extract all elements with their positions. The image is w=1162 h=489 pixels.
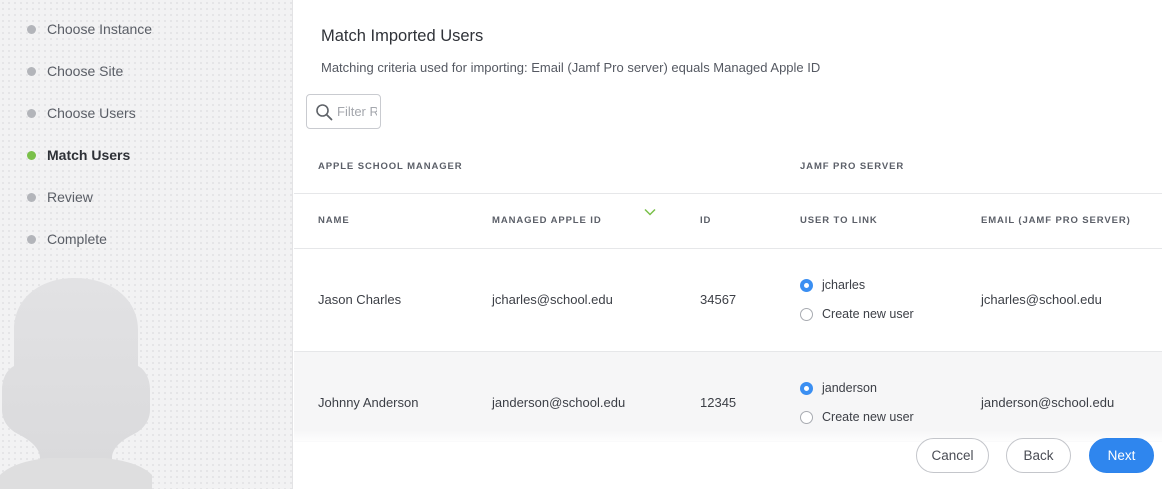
link-option-label: Create new user [822, 307, 914, 321]
step-status-dot [27, 234, 36, 244]
step-choose-site[interactable]: Choose Site [0, 50, 292, 92]
step-review[interactable]: Review [0, 176, 292, 218]
matching-criteria-text: Matching criteria used for importing: Em… [321, 60, 821, 75]
page-title: Match Imported Users [321, 27, 484, 45]
sort-descending-icon[interactable] [644, 208, 656, 216]
link-option-create-new-user[interactable]: Create new user [800, 410, 914, 424]
radio-selected[interactable] [800, 278, 813, 292]
cell-name: Johnny Anderson [318, 395, 419, 410]
cell-managed-apple-id: jcharles@school.edu [492, 292, 613, 307]
radio-unselected[interactable] [800, 410, 813, 424]
main-panel: Match Imported Users Matching criteria u… [294, 0, 1162, 489]
table-row: Johnny Anderson janderson@school.edu 123… [294, 352, 1162, 442]
search-icon [316, 103, 333, 120]
column-email[interactable]: EMAIL (JAMF PRO SERVER) [981, 215, 1131, 226]
user-silhouette-icon [0, 278, 152, 489]
step-label: Choose Users [47, 105, 136, 121]
step-status-dot [27, 192, 36, 202]
link-option-existing-user[interactable]: jcharles [800, 278, 865, 292]
step-label: Complete [47, 231, 107, 247]
cell-email: janderson@school.edu [981, 395, 1115, 410]
cell-name: Jason Charles [318, 292, 402, 307]
table-group-header: APPLE SCHOOL MANAGER JAMF PRO SERVER [294, 138, 1162, 194]
filter-box[interactable] [306, 94, 381, 129]
next-button[interactable]: Next [1089, 438, 1154, 473]
cell-id: 34567 [700, 292, 737, 307]
step-label: Review [47, 189, 93, 205]
step-status-dot [27, 108, 36, 118]
filter-input[interactable] [337, 104, 377, 119]
table-row: Jason Charles jcharles@school.edu 34567 … [294, 249, 1162, 352]
table-column-header: NAME MANAGED APPLE ID ID USER TO LINK EM… [294, 194, 1162, 249]
column-name[interactable]: NAME [318, 215, 350, 226]
step-complete[interactable]: Complete [0, 218, 292, 260]
link-option-label: janderson [822, 381, 877, 395]
group-jamf-pro-server: JAMF PRO SERVER [800, 161, 905, 172]
link-option-existing-user[interactable]: janderson [800, 381, 877, 395]
cell-email: jcharles@school.edu [981, 292, 1102, 307]
link-option-label: Create new user [822, 410, 914, 424]
wizard-steps: Choose Instance Choose Site Choose Users… [0, 8, 292, 260]
back-button[interactable]: Back [1006, 438, 1071, 473]
wizard-footer: Cancel Back Next [294, 430, 1162, 489]
column-id[interactable]: ID [700, 215, 711, 226]
radio-selected[interactable] [800, 381, 813, 395]
link-option-create-new-user[interactable]: Create new user [800, 307, 914, 321]
step-status-dot [27, 66, 36, 76]
step-status-dot [27, 150, 36, 160]
cell-managed-apple-id: janderson@school.edu [492, 395, 626, 410]
wizard-sidebar: Choose Instance Choose Site Choose Users… [0, 0, 293, 489]
cell-id: 12345 [700, 395, 737, 410]
cancel-button[interactable]: Cancel [916, 438, 989, 473]
column-user-to-link[interactable]: USER TO LINK [800, 215, 878, 226]
link-option-label: jcharles [822, 278, 866, 292]
step-match-users[interactable]: Match Users [0, 134, 292, 176]
step-label: Match Users [47, 147, 131, 163]
step-label: Choose Instance [47, 21, 153, 37]
step-choose-users[interactable]: Choose Users [0, 92, 292, 134]
step-status-dot [27, 24, 36, 34]
step-label: Choose Site [47, 63, 124, 79]
step-choose-instance[interactable]: Choose Instance [0, 8, 292, 50]
column-managed-apple-id[interactable]: MANAGED APPLE ID [492, 215, 602, 226]
radio-unselected[interactable] [800, 307, 813, 321]
group-apple-school-manager: APPLE SCHOOL MANAGER [318, 161, 463, 172]
